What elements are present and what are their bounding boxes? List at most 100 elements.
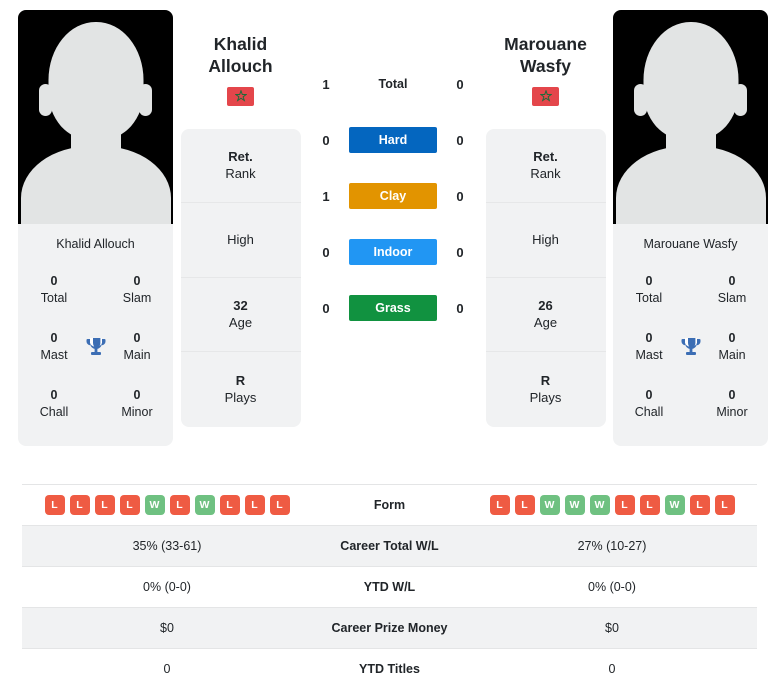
title-stat: 0 Chall <box>623 387 675 420</box>
head-to-head-panel: 1 Total 0 0 Hard 0 1 Clay 0 0 Indoor 0 0… <box>303 10 483 326</box>
trophy-icon <box>677 333 705 361</box>
title-label: Slam <box>122 290 152 305</box>
form-chip-loss[interactable]: L <box>614 495 635 515</box>
form-strip-right: LLWWWLLWLL <box>467 495 757 515</box>
title-label: Total <box>635 290 663 305</box>
player-card-left[interactable]: Khalid Allouch 0 Total 0 Slam 0 Mast 0 M… <box>18 10 173 446</box>
title-stat: 0 Slam <box>111 273 163 306</box>
attribute-value: 26 <box>538 297 553 313</box>
attribute-value: Ret. <box>228 148 253 164</box>
player-photo-name-right: Marouane Wasfy <box>643 237 738 251</box>
title-label: Chall <box>39 404 69 419</box>
form-chip-win[interactable]: W <box>664 495 685 515</box>
title-value: 0 <box>645 388 653 403</box>
form-chip-loss[interactable]: L <box>269 495 290 515</box>
avatar-ear-right <box>734 84 747 116</box>
comparison-header: Khalid Allouch 0 Total 0 Slam 0 Mast 0 M… <box>0 0 779 472</box>
attribute-label: Rank <box>530 165 561 181</box>
value-right: 0% (0-0) <box>588 580 636 594</box>
title-value: 0 <box>728 331 736 346</box>
form-chip-loss[interactable]: L <box>69 495 90 515</box>
row-label: Form <box>373 498 406 512</box>
form-chip-loss[interactable]: L <box>714 495 735 515</box>
form-chip-loss[interactable]: L <box>119 495 140 515</box>
surface-badge-clay[interactable]: Clay <box>349 183 437 209</box>
surface-badge-grass[interactable]: Grass <box>349 295 437 321</box>
attribute-label: Age <box>228 314 253 330</box>
attribute-label: Plays <box>529 389 562 405</box>
row-label: YTD W/L <box>363 580 416 594</box>
player-titles-right: 0 Total 0 Slam 0 Mast 0 Main 0 Chall 0 M… <box>613 261 768 446</box>
title-value: 0 <box>133 388 141 403</box>
titles-row: 0 Mast 0 Main <box>623 318 758 375</box>
attribute-high: High <box>180 203 301 278</box>
avatar-shoulders <box>20 146 171 224</box>
form-chip-win[interactable]: W <box>564 495 585 515</box>
h2h-right-score: 0 <box>456 132 464 148</box>
form-chip-loss[interactable]: L <box>514 495 535 515</box>
value-left: 0% (0-0) <box>143 580 191 594</box>
form-chip-win[interactable]: W <box>539 495 560 515</box>
h2h-row-grass: 0 Grass 0 <box>303 290 483 326</box>
title-value: 0 <box>728 388 736 403</box>
form-chip-loss[interactable]: L <box>244 495 265 515</box>
value-right: 27% (10-27) <box>577 539 647 553</box>
attribute-high: High <box>485 203 606 278</box>
row-label: YTD Titles <box>359 662 420 677</box>
player-card-right[interactable]: Marouane Wasfy 0 Total 0 Slam 0 Mast 0 M… <box>613 10 768 446</box>
titles-row: 0 Mast 0 Main <box>28 318 163 375</box>
player-attributes-left: Ret. Rank High 32 Age R Plays <box>180 128 301 427</box>
h2h-left-score: 0 <box>322 244 330 260</box>
form-chip-loss[interactable]: L <box>44 495 65 515</box>
title-value: 0 <box>133 331 141 346</box>
player-photo-right <box>613 10 768 224</box>
attribute-value: R <box>540 372 551 388</box>
form-chip-win[interactable]: W <box>144 495 165 515</box>
form-chip-loss[interactable]: L <box>169 495 190 515</box>
player-info-right: Marouane Wasfy Ret. Rank High 26 Age R P… <box>483 10 608 427</box>
title-stat: 0 Total <box>623 273 675 306</box>
h2h-surface-label: Indoor <box>349 239 437 265</box>
form-chip-win[interactable]: W <box>589 495 610 515</box>
titles-row: 0 Total 0 Slam <box>623 261 758 318</box>
h2h-left-score: 0 <box>322 300 330 316</box>
form-chip-loss[interactable]: L <box>639 495 660 515</box>
h2h-surface-label: Total <box>349 77 437 91</box>
title-label: Mast <box>635 347 663 362</box>
title-label: Total <box>40 290 68 305</box>
title-value: 0 <box>50 388 58 403</box>
title-value: 0 <box>50 274 58 289</box>
title-stat: 0 Minor <box>111 387 163 420</box>
title-stat: 0 Main <box>706 330 758 363</box>
attribute-value: R <box>235 372 246 388</box>
form-chip-loss[interactable]: L <box>489 495 510 515</box>
form-chip-win[interactable]: W <box>194 495 215 515</box>
avatar-ear-left <box>634 84 647 116</box>
title-label: Chall <box>634 404 664 419</box>
attribute-value: 32 <box>233 297 248 313</box>
avatar-ear-right <box>139 84 152 116</box>
form-chip-loss[interactable]: L <box>94 495 115 515</box>
h2h-right-score: 0 <box>456 76 464 92</box>
avatar-ear-left <box>39 84 52 116</box>
surface-badge-hard[interactable]: Hard <box>349 127 437 153</box>
attribute-label: High <box>227 232 254 248</box>
h2h-row-hard: 0 Hard 0 <box>303 122 483 158</box>
h2h-surface-label: Grass <box>349 295 437 321</box>
form-chip-loss[interactable]: L <box>689 495 710 515</box>
table-row-career-total-wl: 35% (33-61) Career Total W/L 27% (10-27) <box>22 525 757 567</box>
player-last-name: Wasfy <box>520 56 571 77</box>
title-value: 0 <box>133 274 141 289</box>
player-name-left[interactable]: Khalid Allouch <box>181 10 301 78</box>
form-cell-left: LLLLWLWLLL <box>22 485 312 526</box>
titles-row: 0 Total 0 Slam <box>28 261 163 318</box>
player-name-right[interactable]: Marouane Wasfy <box>486 10 606 78</box>
title-stat: 0 Mast <box>28 330 80 363</box>
surface-badge-indoor[interactable]: Indoor <box>349 239 437 265</box>
player-info-left: Khalid Allouch Ret. Rank High 32 Age R P… <box>178 10 303 427</box>
form-chip-loss[interactable]: L <box>219 495 240 515</box>
trophy-icon <box>82 333 110 361</box>
